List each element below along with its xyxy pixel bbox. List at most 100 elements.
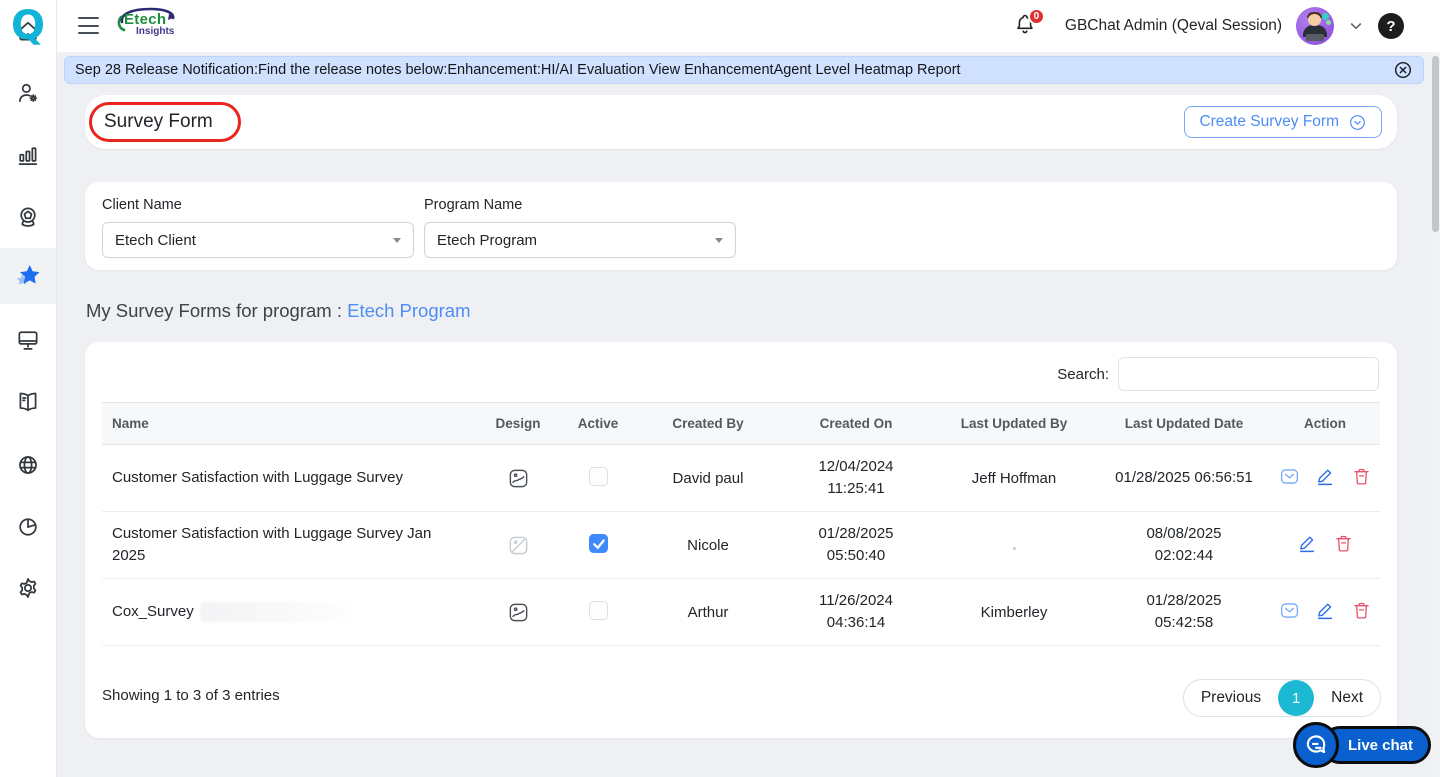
sidebar-item-library[interactable] <box>0 380 56 424</box>
search-label: Search: <box>1057 365 1109 383</box>
last-updated-date: 01/28/2025 05:42:58 <box>1098 578 1270 646</box>
survey-name: Customer Satisfaction with Luggage Surve… <box>102 444 474 512</box>
column-header-action[interactable]: Action <box>1270 402 1380 445</box>
edit-pencil-icon <box>1317 603 1332 619</box>
redacted-text <box>199 602 350 623</box>
create-survey-form-button[interactable]: Create Survey Form <box>1184 106 1382 138</box>
pagination-previous-button[interactable]: Previous <box>1184 689 1278 707</box>
gear-icon <box>19 578 37 598</box>
column-header-design[interactable]: Design <box>474 402 562 445</box>
edit-button[interactable] <box>1297 533 1318 554</box>
table-row: Customer Satisfaction with Luggage Surve… <box>102 444 1380 512</box>
created-by: Nicole <box>634 511 782 579</box>
star-icon <box>16 265 40 285</box>
mail-button[interactable] <box>1279 600 1300 621</box>
last-updated-date: 01/28/2025 06:56:51 <box>1098 444 1270 512</box>
redacted-dot <box>1012 546 1016 550</box>
active-checkbox[interactable] <box>588 533 608 553</box>
create-survey-form-label: Create Survey Form <box>1199 113 1339 130</box>
user-name[interactable]: GBChat Admin (Qeval Session) <box>1065 17 1282 35</box>
sidebar-item-settings[interactable] <box>0 566 56 610</box>
last-updated-by: Kimberley <box>930 578 1098 646</box>
mail-icon <box>1280 468 1298 484</box>
sidebar-item-quality[interactable] <box>0 195 56 239</box>
client-filter-group: Client Name Etech Client <box>102 197 414 258</box>
avatar[interactable] <box>1296 7 1334 45</box>
monitor-icon <box>18 331 38 350</box>
page-title: Survey Form <box>104 111 213 132</box>
design-button[interactable] <box>507 601 530 624</box>
q-app-logo: Q <box>10 3 45 49</box>
table-row: Customer Satisfaction with Luggage Surve… <box>102 511 1380 579</box>
chevron-down-icon[interactable] <box>1348 18 1364 34</box>
column-header-active[interactable]: Active <box>562 402 634 445</box>
client-name-select[interactable]: Etech Client <box>102 222 414 258</box>
last-updated-date: 08/08/2025 02:02:44 <box>1098 511 1270 579</box>
last-updated-by <box>930 511 1098 579</box>
created-by: David paul <box>634 444 782 512</box>
edit-pencil-icon <box>1317 469 1332 485</box>
created-on: 12/04/2024 11:25:41 <box>782 444 930 512</box>
search-input[interactable] <box>1118 357 1379 391</box>
live-chat-button[interactable]: Live chat <box>1293 722 1432 768</box>
trash-icon <box>1335 535 1351 552</box>
title-card: Survey Form Create Survey Form <box>85 95 1397 149</box>
quality-badge-icon <box>20 207 36 227</box>
active-checkbox[interactable] <box>588 466 608 486</box>
program-name-value: Etech Program <box>437 231 538 249</box>
column-header-name[interactable]: Name <box>102 402 474 445</box>
sidebar-item-survey-form[interactable] <box>0 254 56 298</box>
program-name-link[interactable]: Etech Program <box>347 300 470 321</box>
hamburger-menu-icon[interactable] <box>78 17 99 34</box>
column-header-created-on[interactable]: Created On <box>782 402 930 445</box>
mail-button[interactable] <box>1279 466 1300 487</box>
delete-button[interactable] <box>1351 466 1372 487</box>
search-row: Search: <box>1057 357 1379 391</box>
mail-icon <box>1280 602 1298 618</box>
last-updated-by: Jeff Hoffman <box>930 444 1098 512</box>
help-button[interactable]: ? <box>1378 13 1404 39</box>
column-header-last-updated-date[interactable]: Last Updated Date <box>1098 402 1270 445</box>
trash-icon <box>1353 468 1369 485</box>
user-gear-icon <box>19 83 38 102</box>
sidebar-item-global[interactable] <box>0 443 56 487</box>
notifications-bell-icon[interactable]: 0 <box>1013 8 1045 40</box>
design-image-icon <box>509 603 527 621</box>
pagination: Previous 1 Next <box>1182 679 1381 717</box>
design-button[interactable] <box>507 467 530 490</box>
column-header-last-updated-by[interactable]: Last Updated By <box>930 402 1098 445</box>
book-icon <box>19 392 37 412</box>
section-heading-prefix: My Survey Forms for program : <box>86 300 348 321</box>
client-name-label: Client Name <box>102 197 182 213</box>
pagination-page-1-button[interactable]: 1 <box>1278 680 1315 716</box>
showing-entries-text: Showing 1 to 3 of 3 entries <box>102 687 280 704</box>
filters-card: Client Name Etech Client Program Name Et… <box>85 182 1397 270</box>
sidebar-item-analytics[interactable] <box>0 505 56 549</box>
banner-close-icon[interactable] <box>1393 60 1413 80</box>
column-header-created-by[interactable]: Created By <box>634 402 782 445</box>
etech-insights-logo: Etech Insights <box>112 6 184 46</box>
delete-button[interactable] <box>1333 533 1354 554</box>
client-name-value: Etech Client <box>115 231 196 249</box>
edit-button[interactable] <box>1315 466 1336 487</box>
edit-pencil-icon <box>1299 536 1314 552</box>
delete-button[interactable] <box>1351 600 1372 621</box>
bar-chart-icon <box>18 147 38 165</box>
chevron-down-circle-icon <box>1350 114 1365 130</box>
program-name-select[interactable]: Etech Program <box>424 222 736 258</box>
active-checkbox[interactable] <box>588 600 608 620</box>
live-chat-label: Live chat <box>1348 736 1414 754</box>
sidebar-item-user-management[interactable] <box>0 71 56 115</box>
program-name-label: Program Name <box>424 197 523 213</box>
notification-count-badge: 0 <box>1027 8 1045 25</box>
scrollbar-thumb[interactable] <box>1432 56 1439 232</box>
sidebar-item-reports[interactable] <box>0 133 56 177</box>
select-caret-icon <box>715 238 723 243</box>
created-on: 11/26/2024 04:36:14 <box>782 578 930 646</box>
edit-button[interactable] <box>1315 600 1336 621</box>
section-heading: My Survey Forms for program : Etech Prog… <box>86 300 471 322</box>
pagination-next-button[interactable]: Next <box>1314 689 1380 707</box>
sidebar-item-desktop[interactable] <box>0 318 56 362</box>
globe-icon <box>19 456 37 474</box>
design-image-icon <box>509 469 527 487</box>
